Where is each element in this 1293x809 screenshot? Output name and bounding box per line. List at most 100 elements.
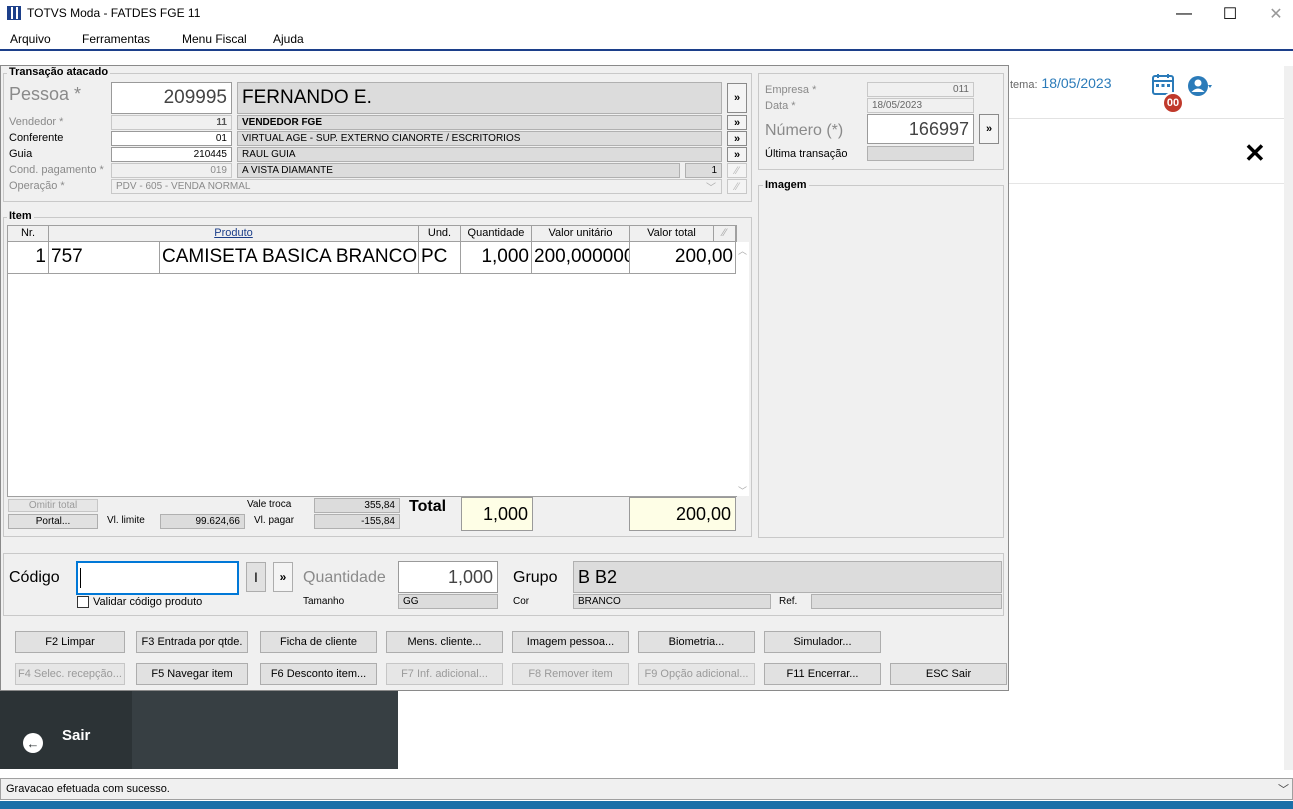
row-codigo[interactable]: 757: [49, 242, 160, 274]
menu-bar: Arquivo Ferramentas Menu Fiscal Ajuda: [0, 28, 1293, 50]
mens-cliente-button[interactable]: Mens. cliente...: [386, 631, 503, 653]
imagem-pessoa-button[interactable]: Imagem pessoa...: [512, 631, 629, 653]
biometria-button[interactable]: Biometria...: [638, 631, 755, 653]
numero-search-button[interactable]: »: [979, 114, 999, 144]
f5-navegar-item-button[interactable]: F5 Navegar item: [136, 663, 248, 685]
col-header-quantidade[interactable]: Quantidade: [461, 226, 532, 242]
codigo-input[interactable]: [76, 561, 239, 595]
portal-button[interactable]: Portal...: [8, 514, 98, 529]
back-arrow-icon[interactable]: ←: [23, 733, 43, 753]
empresa-field: 011: [867, 82, 974, 97]
ref-label: Ref.: [779, 596, 798, 607]
transacao-group-title: Transação atacado: [7, 66, 111, 78]
operacao-chevron-down-icon[interactable]: ﹀: [706, 179, 716, 194]
menu-arquivo[interactable]: Arquivo: [10, 32, 51, 46]
pessoa-label: Pessoa *: [9, 84, 82, 104]
f2-limpar-button[interactable]: F2 Limpar: [15, 631, 125, 653]
web-divider: [1005, 118, 1293, 119]
vl-pagar-field: -155,84: [314, 514, 400, 529]
guia-name-field: RAUL GUIA: [237, 147, 722, 162]
operacao-label: Operação *: [9, 180, 65, 192]
menu-fiscal[interactable]: Menu Fiscal: [182, 32, 247, 46]
row-produto[interactable]: CAMISETA BASICA BRANCO: [160, 242, 419, 274]
f11-encerrar-button[interactable]: F11 Encerrar...: [764, 663, 881, 685]
ultima-transacao-field: [867, 146, 974, 161]
esc-sair-button[interactable]: ESC Sair: [890, 663, 1007, 685]
operacao-select[interactable]: PDV - 605 - VENDA NORMAL: [111, 179, 722, 194]
ficha-cliente-button[interactable]: Ficha de cliente: [260, 631, 377, 653]
item-group-title: Item: [7, 210, 34, 222]
row-nr[interactable]: 1: [8, 242, 49, 274]
cond-pagamento-code-field[interactable]: 019: [111, 163, 232, 178]
minimize-button[interactable]: —: [1161, 0, 1207, 28]
conferente-code-field[interactable]: 01: [111, 131, 232, 146]
numero-field[interactable]: 166997: [867, 114, 974, 144]
imagem-group-title: Imagem: [763, 179, 809, 191]
maximize-button[interactable]: ☐: [1207, 0, 1253, 28]
web-scrollbar[interactable]: [1284, 66, 1293, 770]
col-header-options-icon[interactable]: ⁄⁄: [714, 226, 736, 242]
row-quantidade[interactable]: 1,000: [461, 242, 532, 274]
simulador-button[interactable]: Simulador...: [764, 631, 881, 653]
cor-label: Cor: [513, 596, 530, 607]
f3-entrada-qtde-button[interactable]: F3 Entrada por qtde.: [136, 631, 248, 653]
scroll-down-icon[interactable]: ﹀: [738, 484, 747, 497]
guia-label: Guia: [9, 148, 33, 160]
system-date-value: 18/05/2023: [1041, 75, 1112, 91]
cond-parcelas-field: 1: [685, 163, 722, 178]
total-label: Total: [409, 498, 447, 515]
pessoa-code-field[interactable]: 209995: [111, 82, 232, 114]
row-valor-total[interactable]: 200,00: [630, 242, 736, 274]
system-date: tema: 18/05/2023: [1010, 75, 1111, 91]
guia-search-button[interactable]: »: [727, 147, 747, 162]
grupo-label: Grupo: [513, 569, 558, 586]
close-window-button[interactable]: ✕: [1253, 0, 1293, 28]
title-bar: TOTVS Moda - FATDES FGE 11 — ☐ ✕: [0, 0, 1293, 28]
conferente-name-field: VIRTUAL AGE - SUP. EXTERNO CIANORTE / ES…: [237, 131, 722, 146]
row-und[interactable]: PC: [419, 242, 461, 274]
pessoa-search-button[interactable]: »: [727, 83, 747, 113]
codigo-i-button[interactable]: I: [246, 562, 266, 592]
row-valor-unitario[interactable]: 200,000000: [532, 242, 630, 274]
col-header-valor-unitario[interactable]: Valor unitário: [532, 226, 630, 242]
guia-code-field[interactable]: 210445: [111, 147, 232, 162]
total-valor-field: 200,00: [629, 497, 736, 531]
empresa-label: Empresa *: [765, 84, 817, 96]
scroll-up-icon[interactable]: ︿: [738, 244, 747, 257]
quantidade-input[interactable]: 1,000: [398, 561, 498, 593]
text-cursor: [80, 568, 81, 588]
cond-pagamento-name-field: A VISTA DIAMANTE: [237, 163, 680, 178]
menu-ferramentas[interactable]: Ferramentas: [82, 32, 150, 46]
vendedor-name-field: VENDEDOR FGE: [237, 115, 722, 130]
vendedor-code-field[interactable]: 11: [111, 115, 232, 130]
col-header-produto[interactable]: Produto: [49, 226, 419, 242]
vendedor-search-button[interactable]: »: [727, 115, 747, 130]
cond-pagamento-label: Cond. pagamento *: [9, 164, 104, 176]
status-chevron-down-icon[interactable]: ﹀: [1278, 781, 1289, 797]
omitir-total-button: Omitir total: [8, 499, 98, 512]
user-account-icon[interactable]: [1187, 73, 1213, 99]
vendedor-label: Vendedor *: [9, 116, 64, 128]
status-bar: [0, 778, 1293, 800]
f7-inf-adicional-button: F7 Inf. adicional...: [386, 663, 503, 685]
web-close-icon[interactable]: ✕: [1244, 138, 1266, 169]
menu-ajuda[interactable]: Ajuda: [273, 32, 304, 46]
vl-pagar-label: Vl. pagar: [254, 515, 295, 526]
conferente-search-button[interactable]: »: [727, 131, 747, 146]
col-header-nr[interactable]: Nr.: [8, 226, 49, 242]
numero-label: Número (*): [765, 122, 844, 139]
notification-badge: 00: [1162, 92, 1184, 114]
col-header-und[interactable]: Und.: [419, 226, 461, 242]
menu-separator: [0, 49, 1293, 51]
vale-troca-field: 355,84: [314, 498, 400, 513]
f6-desconto-item-button[interactable]: F6 Desconto item...: [260, 663, 377, 685]
validar-checkbox[interactable]: [77, 596, 89, 608]
f8-remover-item-button: F8 Remover item: [512, 663, 629, 685]
tamanho-label: Tamanho: [303, 596, 345, 607]
web-sair-link[interactable]: Sair: [62, 727, 90, 744]
data-field: 18/05/2023: [867, 98, 974, 113]
col-header-valor-total[interactable]: Valor total: [630, 226, 714, 242]
grid-scrollbar[interactable]: [736, 242, 749, 496]
taskbar-strip: [0, 801, 1293, 809]
codigo-search-button[interactable]: »: [273, 562, 293, 592]
